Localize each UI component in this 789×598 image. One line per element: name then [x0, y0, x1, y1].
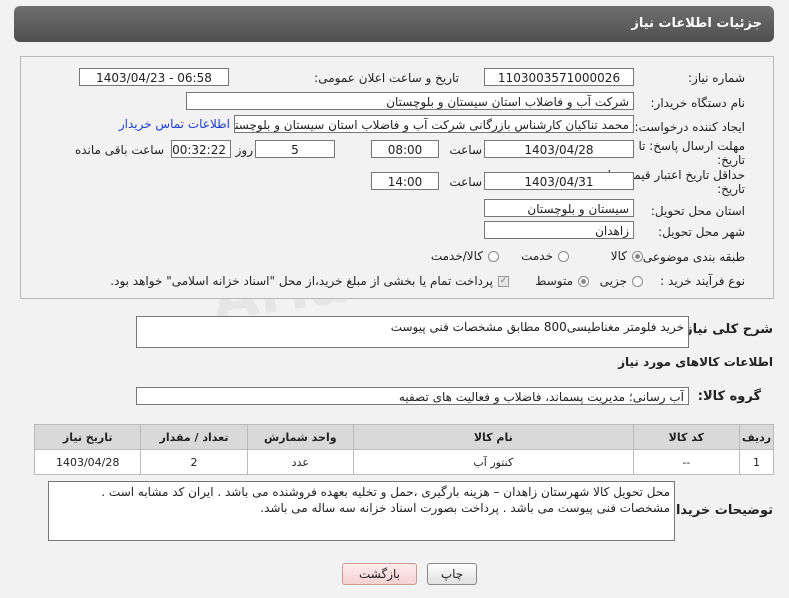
buyer-notes-textarea: محل تحویل کالا شهرستان زاهدان – هزینه با… [48, 481, 675, 541]
col-header-code: کد کالا [632, 424, 740, 450]
category-label: طبقه بندی موضوعی: [638, 250, 745, 264]
announce-field: 1403/04/23 - 06:58 [79, 68, 229, 86]
need-number-field: 1103003571000026 [484, 68, 634, 86]
validity-date-field: 1403/04/31 [484, 172, 634, 190]
col-header-unit: واحد شمارش [246, 424, 354, 450]
validity-time-field: 14:00 [371, 172, 439, 190]
table-row[interactable]: 1 -- کنتور آب عدد 2 1403/04/28 [33, 449, 775, 475]
category-radio-goods[interactable] [632, 251, 643, 262]
col-header-qty: تعداد / مقدار [140, 424, 248, 450]
payment-note: پرداخت تمام یا بخشی از مبلغ خرید،از محل … [110, 274, 493, 288]
page-header: جزئیات اطلاعات نیاز [14, 6, 774, 42]
print-button[interactable]: چاپ [427, 563, 477, 585]
cell-row: 1 [738, 449, 775, 475]
page-title: جزئیات اطلاعات نیاز [631, 16, 762, 31]
remaining-label: ساعت باقی مانده [74, 143, 164, 157]
category-option-service: خدمت [521, 249, 553, 263]
process-option-minor: جزیی [599, 274, 627, 288]
remaining-time-field: 00:32:22 [171, 140, 231, 158]
payment-checkbox[interactable]: ✓ [498, 276, 509, 287]
buyer-contact-link[interactable]: اطلاعات تماس خریدار [119, 117, 230, 131]
goods-info-title: اطلاعات کالاهای مورد نیاز [618, 355, 773, 369]
table-header-row: ردیف کد کالا نام کالا واحد شمارش تعداد /… [33, 424, 775, 450]
summary-label: شرح کلی نیاز: [679, 322, 773, 337]
city-label: شهر محل تحویل: [658, 225, 745, 239]
category-radio-service[interactable] [558, 251, 569, 262]
cell-qty: 2 [140, 449, 248, 475]
city-field: زاهدان [484, 221, 634, 239]
col-header-date: تاریخ نیاز [33, 424, 142, 450]
col-header-name: نام کالا [352, 424, 634, 450]
deadline-date-field: 1403/04/28 [484, 140, 634, 158]
buyer-notes-label: توضیحات خریدار: [663, 503, 773, 518]
process-radio-medium[interactable] [578, 276, 589, 287]
cell-unit: عدد [246, 449, 354, 475]
buyer-org-field: شرکت آب و فاضلاب استان سیستان و بلوچستان [186, 92, 634, 110]
province-label: استان محل تحویل: [650, 204, 745, 218]
summary-text: خرید فلومتر مغناطیسی800 مطابق مشخصات فنی… [390, 320, 684, 334]
deadline-time-field: 08:00 [371, 140, 439, 158]
need-number-label: شماره نیاز: [688, 71, 745, 85]
deadline-date-label: تاریخ: [717, 153, 745, 167]
process-option-medium: متوسط [535, 274, 573, 288]
category-option-goods: کالا [610, 249, 627, 263]
validity-time-label: ساعت [449, 175, 482, 189]
cell-code: -- [632, 449, 740, 475]
deadline-label: مهلت ارسال پاسخ: تا [638, 139, 745, 153]
days-field: 5 [255, 140, 335, 158]
validity-date-label: تاریخ: [717, 182, 745, 196]
process-radio-minor[interactable] [632, 276, 643, 287]
requester-field: محمد تناکیان کارشناس بازرگانی شرکت آب و … [234, 115, 634, 133]
buyer-notes-text: محل تحویل کالا شهرستان زاهدان – هزینه با… [101, 485, 670, 515]
cell-name: کنتور آب [352, 449, 634, 475]
summary-textarea: خرید فلومتر مغناطیسی800 مطابق مشخصات فنی… [136, 316, 689, 348]
category-radio-goods-service[interactable] [488, 251, 499, 262]
goods-group-field: آب رسانی؛ مدیریت پسماند، فاضلاب و فعالیت… [136, 387, 689, 405]
cell-date: 1403/04/28 [33, 449, 142, 475]
category-option-goods-service: کالا/خدمت [430, 249, 483, 263]
goods-group-label: گروه کالا: [697, 389, 761, 404]
back-button[interactable]: بازگشت [342, 563, 417, 585]
deadline-time-label: ساعت [449, 143, 482, 157]
announce-label: تاریخ و ساعت اعلان عمومی: [314, 71, 459, 85]
process-label: نوع فرآیند خرید : [660, 274, 745, 288]
col-header-row: ردیف [738, 424, 775, 450]
buyer-org-label: نام دستگاه خریدار: [650, 96, 746, 110]
province-field: سیستان و بلوچستان [484, 199, 634, 217]
requester-label: ایجاد کننده درخواست: [634, 120, 745, 134]
items-table: ردیف کد کالا نام کالا واحد شمارش تعداد /… [33, 424, 775, 475]
